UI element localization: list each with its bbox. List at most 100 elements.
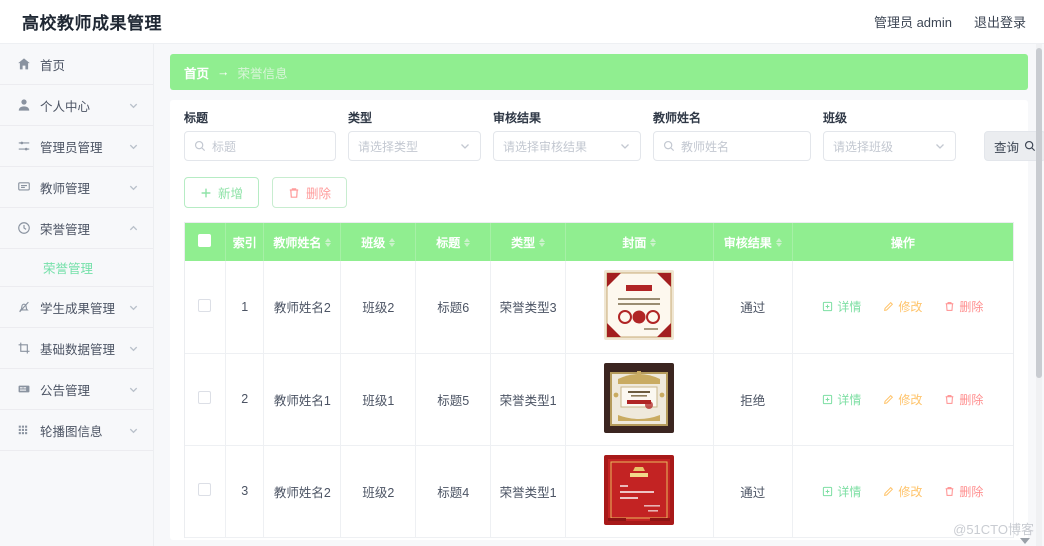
detail-button[interactable]: 详情	[822, 298, 861, 315]
column-label: 操作	[890, 235, 915, 250]
edit-button[interactable]: 修改	[883, 298, 922, 315]
row-delete-button[interactable]: 删除	[944, 391, 983, 408]
cover-thumbnail[interactable]	[604, 362, 675, 433]
detail-icon	[822, 394, 833, 405]
cell-operations: 详情 修改 删除	[792, 353, 1013, 446]
row-checkbox[interactable]	[198, 391, 212, 404]
detail-button[interactable]: 详情	[822, 483, 861, 500]
logout-link[interactable]: 退出登录	[974, 12, 1026, 31]
cell-index: 2	[225, 353, 265, 446]
column-header-cover[interactable]: 封面	[565, 223, 714, 261]
sort-icon[interactable]	[325, 237, 332, 247]
column-header-index: 索引	[225, 223, 265, 261]
cell-index: 3	[225, 445, 265, 538]
sidebar-item-student-achievement-management[interactable]: 学生成果管理	[0, 287, 153, 328]
column-header-type[interactable]: 类型	[490, 223, 567, 261]
filter-field-review-result: 审核结果 请选择审核结果	[493, 112, 641, 161]
sort-icon[interactable]	[464, 237, 471, 247]
user-icon	[16, 98, 31, 113]
filter-field-teacher-name: 教师姓名 教师姓名	[653, 112, 811, 161]
cell-type: 荣誉类型3	[490, 261, 567, 354]
column-label: 索引	[232, 235, 257, 250]
sort-icon[interactable]	[650, 237, 657, 247]
sidebar-item-home[interactable]: 首页	[0, 44, 153, 85]
cover-thumbnail[interactable]	[604, 454, 675, 525]
row-checkbox[interactable]	[198, 298, 212, 312]
delete-button-label: 删除	[306, 187, 332, 201]
page-scrollbar-thumb[interactable]	[1036, 48, 1042, 378]
cell-index: 1	[225, 261, 265, 354]
sidebar-item-personal-center[interactable]: 个人中心	[0, 85, 153, 126]
edit-label: 修改	[898, 300, 923, 315]
teacher-name-search-input[interactable]: 教师姓名	[653, 131, 811, 161]
crop-icon	[16, 341, 31, 356]
chevron-up-icon	[128, 223, 139, 234]
filter-field-title: 标题 标题	[184, 112, 336, 161]
select-all-checkbox[interactable]	[198, 234, 212, 247]
title-search-input[interactable]: 标题	[184, 131, 336, 161]
table-toolbar: 新增 删除	[184, 177, 1014, 208]
announcement-icon	[16, 382, 31, 397]
cell-class: 班级2	[340, 445, 417, 538]
sidebar-item-admin-management[interactable]: 管理员管理	[0, 126, 153, 167]
pencil-icon	[883, 394, 894, 405]
teacher-name-input-placeholder: 教师姓名	[681, 139, 730, 154]
sidebar-item-honor-management[interactable]: 荣誉管理	[0, 208, 153, 249]
filter-label-title: 标题	[184, 111, 209, 125]
sidebar-item-label: 荣誉管理	[40, 222, 91, 237]
cell-type: 荣誉类型1	[490, 445, 567, 538]
cell-class: 班级1	[340, 353, 417, 446]
edit-label: 修改	[898, 484, 923, 499]
sort-icon[interactable]	[775, 237, 782, 247]
clock-icon	[16, 221, 31, 236]
cell-title: 标题5	[415, 353, 492, 446]
breadcrumb-home-link[interactable]: 首页	[184, 63, 209, 82]
class-select[interactable]: 请选择班级	[823, 131, 956, 161]
search-button[interactable]: 查询	[984, 131, 1044, 161]
sidebar-subitem-honor-management[interactable]: 荣誉管理	[0, 249, 153, 287]
cover-thumbnail[interactable]	[604, 270, 675, 341]
delete-button[interactable]: 删除	[272, 177, 348, 208]
trash-icon	[944, 486, 955, 497]
sort-icon[interactable]	[539, 237, 546, 247]
review-result-select[interactable]: 请选择审核结果	[493, 131, 641, 161]
detail-label: 详情	[837, 484, 862, 499]
add-button[interactable]: 新增	[184, 177, 260, 208]
sidebar-item-base-data-management[interactable]: 基础数据管理	[0, 328, 153, 369]
column-header-class[interactable]: 班级	[340, 223, 417, 261]
sidebar-nav: 首页 个人中心 管理员管理 教师管理 荣誉管理 荣誉管理 学生成果管理 基础数据…	[0, 44, 154, 546]
column-label: 标题	[436, 235, 461, 250]
sidebar-item-teacher-management[interactable]: 教师管理	[0, 167, 153, 208]
row-delete-label: 删除	[959, 392, 984, 407]
filter-label-review-result: 审核结果	[493, 111, 542, 125]
sidebar-item-label: 首页	[40, 58, 66, 73]
type-select[interactable]: 请选择类型	[348, 131, 481, 161]
cell-type: 荣誉类型1	[490, 353, 567, 446]
cell-review-result: 拒绝	[713, 353, 793, 446]
row-delete-button[interactable]: 删除	[944, 483, 983, 500]
sidebar-item-carousel-info[interactable]: 轮播图信息	[0, 410, 153, 451]
column-label: 审核结果	[723, 235, 772, 250]
row-checkbox[interactable]	[198, 483, 212, 496]
column-header-title[interactable]: 标题	[415, 223, 492, 261]
table-header-row: 索引 教师姓名 班级 标题 类型 封面 审核结果 操作	[185, 223, 1013, 261]
edit-label: 修改	[898, 392, 923, 407]
sidebar-item-announcement-management[interactable]: 公告管理	[0, 369, 153, 410]
current-user-label: 管理员 admin	[873, 15, 952, 30]
detail-button[interactable]: 详情	[822, 391, 861, 408]
sidebar-item-label: 管理员管理	[40, 140, 103, 155]
sort-icon[interactable]	[389, 237, 396, 247]
cell-title: 标题6	[415, 261, 492, 354]
edit-button[interactable]: 修改	[883, 483, 922, 500]
filter-label-teacher-name: 教师姓名	[653, 111, 702, 125]
chevron-down-icon	[619, 140, 631, 152]
pencil-icon	[883, 486, 894, 497]
honor-table: 索引 教师姓名 班级 标题 类型 封面 审核结果 操作 1 教师姓名2 班级2 …	[184, 222, 1014, 538]
cell-cover	[565, 353, 714, 446]
row-operations: 详情 修改 删除	[794, 483, 1012, 500]
row-delete-button[interactable]: 删除	[944, 298, 983, 315]
cell-teacher: 教师姓名1	[263, 353, 342, 446]
edit-button[interactable]: 修改	[883, 391, 922, 408]
column-header-teacher[interactable]: 教师姓名	[263, 223, 342, 261]
column-header-review[interactable]: 审核结果	[713, 223, 793, 261]
